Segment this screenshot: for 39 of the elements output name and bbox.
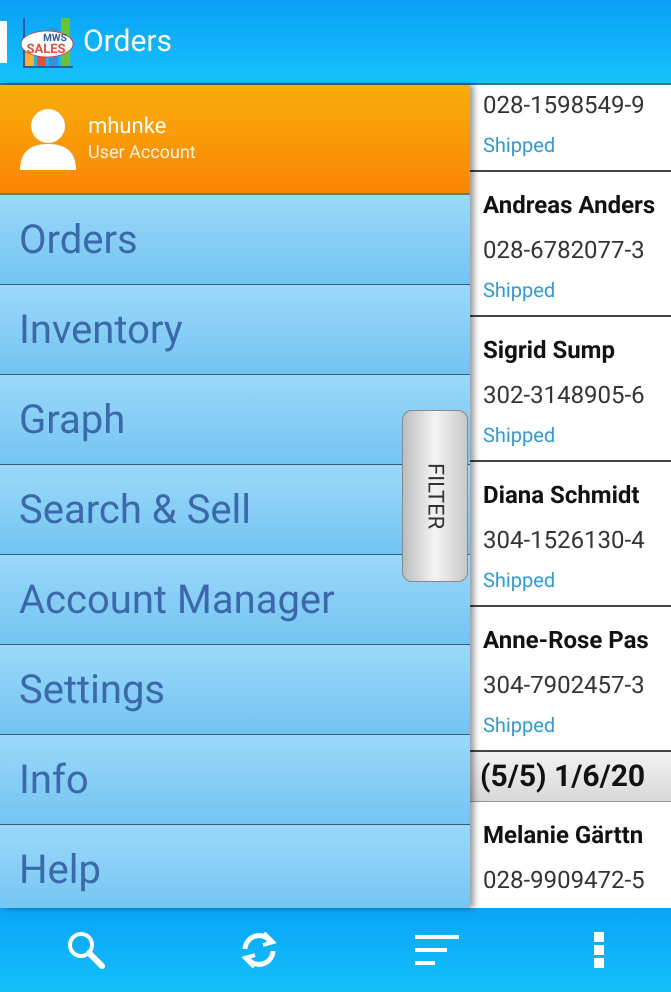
- order-status: Shipped: [483, 132, 556, 158]
- drawer-item[interactable]: Info: [0, 735, 470, 825]
- customer-name: Sigrid Sump: [483, 335, 616, 365]
- order-number: 028-6782077-3: [483, 235, 646, 265]
- customer-name: Diana Schmidt: [483, 480, 641, 510]
- order-number: 028-9909472-5: [483, 865, 646, 895]
- drawer-item[interactable]: Help: [0, 825, 470, 908]
- order-number: 028-1598549-9: [483, 90, 646, 120]
- order-status: Shipped: [483, 422, 556, 448]
- order-row[interactable]: Andreas Anders 028-6782077-3 Shipped: [470, 172, 671, 317]
- customer-name: Anne-Rose Pas: [483, 625, 650, 655]
- app-logo: MWS SALES: [19, 14, 75, 70]
- account-header[interactable]: mhunke User Account: [0, 85, 470, 195]
- drawer-indicator-icon: [0, 20, 7, 62]
- customer-name: Andreas Anders: [483, 190, 656, 220]
- order-number: 304-1526130-4: [483, 525, 646, 555]
- order-number: 304-7902457-3: [483, 670, 646, 700]
- order-status: Shipped: [483, 277, 556, 303]
- drawer-item[interactable]: Orders: [0, 195, 470, 285]
- drawer-item[interactable]: Account Manager: [0, 555, 470, 645]
- filter-tab[interactable]: FILTER: [402, 410, 468, 582]
- account-subtitle: User Account: [88, 141, 196, 165]
- drawer-item[interactable]: Graph: [0, 375, 470, 465]
- customer-name: Melanie Gärttn: [483, 820, 644, 850]
- drawer-item[interactable]: Inventory: [0, 285, 470, 375]
- account-name: mhunke: [88, 113, 168, 141]
- search-icon[interactable]: [66, 930, 106, 970]
- date-header: (5/5) 1/6/20: [470, 752, 671, 802]
- sort-icon[interactable]: [412, 933, 461, 967]
- order-status: Shipped: [483, 567, 556, 593]
- order-row[interactable]: 028-1598549-9 Shipped: [470, 85, 671, 172]
- drawer-item[interactable]: Settings: [0, 645, 470, 735]
- order-row[interactable]: Diana Schmidt 304-1526130-4 Shipped: [470, 462, 671, 607]
- order-number: 302-3148905-6: [483, 380, 646, 410]
- screen-title: Orders: [83, 23, 172, 61]
- user-avatar-icon: [20, 108, 76, 170]
- order-status: Shipped: [483, 712, 556, 738]
- order-row[interactable]: Sigrid Sump 302-3148905-6 Shipped: [470, 317, 671, 462]
- more-options-icon[interactable]: [592, 932, 605, 968]
